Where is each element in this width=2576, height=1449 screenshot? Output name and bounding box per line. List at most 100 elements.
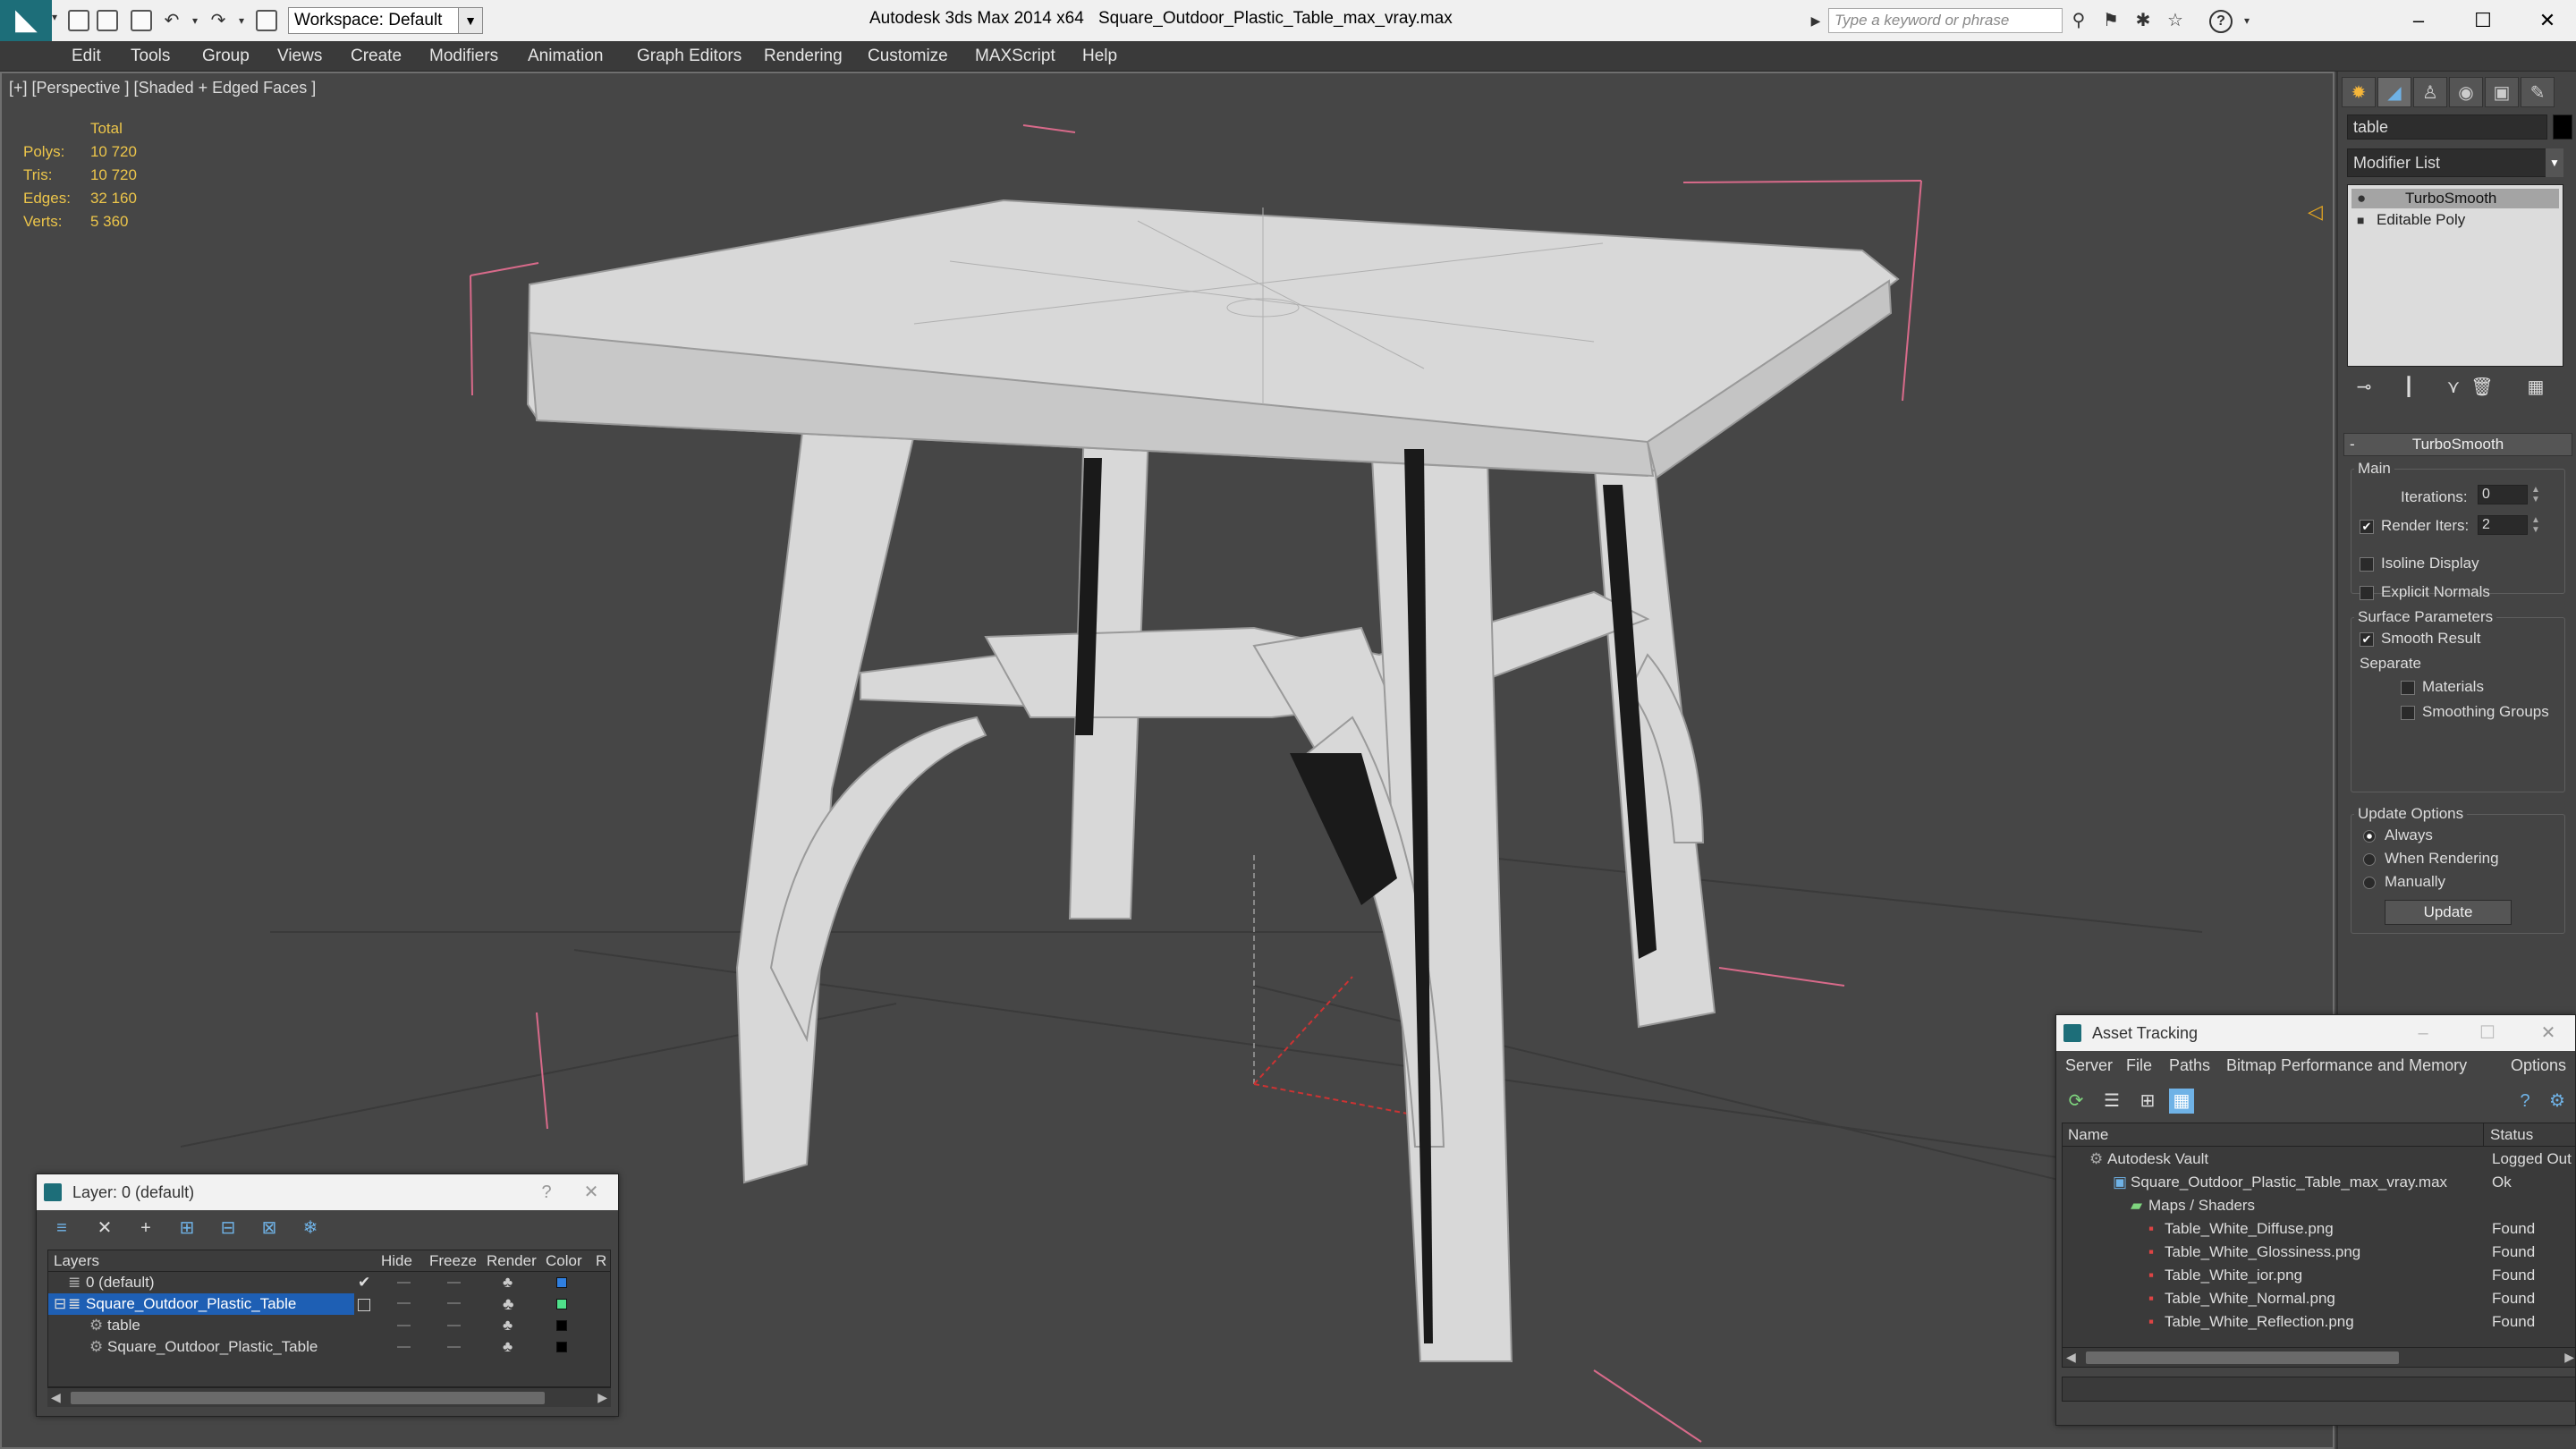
subscription-icon[interactable]: ⚑ — [2100, 10, 2122, 31]
column-layers[interactable]: Layers — [54, 1252, 99, 1270]
materials-row[interactable]: Materials — [2401, 678, 2484, 696]
configure-sets-icon[interactable]: ▦ — [2522, 374, 2549, 401]
spinner-arrows-icon[interactable]: ▲ ▼ — [2531, 485, 2540, 504]
chevron-down-icon[interactable]: ▼ — [2546, 148, 2563, 177]
freeze-toggle[interactable]: — — [447, 1272, 461, 1293]
motion-tab-icon[interactable]: ◉ — [2449, 77, 2483, 107]
freeze-toggle[interactable]: — — [447, 1315, 461, 1336]
layer-color-swatch[interactable] — [556, 1299, 567, 1309]
close-button[interactable]: ✕ — [573, 1174, 609, 1210]
app-menu-arrow-icon[interactable]: ▾ — [52, 11, 61, 29]
asset-row[interactable]: ▪ Table_White_Reflection.png Found — [2063, 1311, 2575, 1333]
communication-center-icon[interactable]: ✱ — [2132, 10, 2154, 31]
pin-stack-icon[interactable]: ⊸ — [2351, 374, 2377, 401]
remove-modifier-icon[interactable]: 🗑 — [2469, 374, 2496, 401]
column-status[interactable]: Status — [2490, 1126, 2533, 1144]
scroll-right-icon[interactable]: ▶ — [597, 1390, 607, 1405]
menu-maxscript[interactable]: MAXScript — [975, 47, 1055, 66]
lightbulb-icon[interactable]: ● — [2357, 189, 2366, 208]
scroll-left-icon[interactable]: ◀ — [51, 1390, 61, 1405]
layer-color-swatch[interactable] — [556, 1277, 567, 1288]
redo-icon[interactable]: ↷ — [208, 10, 229, 31]
always-radio[interactable] — [2363, 829, 2376, 843]
undo-dropdown-icon[interactable]: ▾ — [184, 10, 206, 31]
new-layer-icon[interactable]: ≡ — [49, 1216, 74, 1241]
scroll-left-icon[interactable]: ◀ — [2066, 1350, 2076, 1365]
add-to-layer-icon[interactable]: + — [133, 1216, 158, 1241]
freeze-toggle[interactable]: — — [447, 1336, 461, 1358]
asset-row[interactable]: ▣ Square_Outdoor_Plastic_Table_max_vray.… — [2063, 1172, 2575, 1193]
make-unique-icon[interactable]: ⋎ — [2440, 374, 2467, 401]
asset-row[interactable]: ▪ Table_White_Diffuse.png Found — [2063, 1218, 2575, 1240]
collapse-icon[interactable]: ⊟ — [54, 1293, 66, 1315]
menu-paths[interactable]: Paths — [2169, 1056, 2210, 1075]
layer-horizontal-scrollbar[interactable]: ◀ ▶ — [47, 1387, 611, 1407]
help-icon[interactable]: ? — [2512, 1089, 2538, 1114]
workspace-dropdown-icon[interactable]: ▼ — [458, 7, 483, 34]
close-button[interactable]: ✕ — [2530, 1015, 2566, 1051]
menu-tools[interactable]: Tools — [131, 47, 170, 66]
manually-row[interactable]: Manually — [2363, 873, 2445, 891]
manually-radio[interactable] — [2363, 876, 2376, 889]
app-logo-icon[interactable]: ◣ — [0, 0, 52, 41]
workspace-select[interactable]: Workspace: Default — [288, 7, 483, 34]
hide-all-icon[interactable]: ⊠ — [257, 1216, 282, 1241]
when-rendering-row[interactable]: When Rendering — [2363, 850, 2499, 868]
explicit-normals-checkbox[interactable] — [2360, 585, 2374, 600]
stack-item-editable-poly[interactable]: ■ Editable Poly — [2351, 210, 2559, 230]
favorites-star-icon[interactable]: ☆ — [2165, 10, 2186, 31]
highlight-layers-icon[interactable]: ⊟ — [216, 1216, 241, 1241]
explicit-normals-row[interactable]: Explicit Normals — [2360, 583, 2490, 601]
new-file-icon[interactable] — [68, 10, 89, 31]
help-dropdown-icon[interactable]: ▾ — [2236, 10, 2258, 31]
column-freeze[interactable]: Freeze — [429, 1252, 477, 1270]
scroll-thumb[interactable] — [2086, 1352, 2399, 1364]
layer-row[interactable]: ≣ 0 (default) ✔ — — ♣ — [48, 1272, 610, 1293]
minimize-button[interactable]: – — [2392, 4, 2445, 38]
object-color-swatch[interactable] — [2553, 114, 2572, 140]
layer-window-title-bar[interactable]: Layer: 0 (default) ? ✕ — [37, 1174, 618, 1210]
asset-horizontal-scrollbar[interactable]: ◀ ▶ — [2063, 1347, 2575, 1367]
isoline-display-row[interactable]: Isoline Display — [2360, 555, 2479, 572]
select-objects-icon[interactable]: ⊞ — [174, 1216, 199, 1241]
expand-icon[interactable]: ■ — [2357, 210, 2364, 230]
asset-row[interactable]: ▪ Table_White_Glossiness.png Found — [2063, 1241, 2575, 1263]
object-row[interactable]: ⚙ Square_Outdoor_Plastic_Table — — ♣ — [48, 1336, 610, 1358]
object-color-swatch[interactable] — [556, 1342, 567, 1352]
hide-toggle[interactable]: — — [397, 1272, 411, 1293]
show-end-result-icon[interactable]: ┃ — [2395, 374, 2422, 401]
menu-rendering[interactable]: Rendering — [764, 47, 843, 66]
hierarchy-tab-icon[interactable]: ♙ — [2413, 77, 2447, 107]
smoothing-groups-row[interactable]: Smoothing Groups — [2401, 703, 2549, 721]
smooth-result-row[interactable]: ✔ Smooth Result — [2360, 630, 2481, 648]
scroll-right-icon[interactable]: ▶ — [2564, 1350, 2574, 1365]
stack-item-turbosmooth[interactable]: ● TurboSmooth — [2351, 189, 2559, 208]
render-iters-row[interactable]: ✔ Render Iters: — [2360, 517, 2469, 535]
layer-row-selected[interactable]: ⊟ ≣ Square_Outdoor_Plastic_Table — [48, 1293, 354, 1315]
update-button[interactable]: Update — [2385, 900, 2512, 925]
turbosmooth-rollout-header[interactable]: - TurboSmooth — [2343, 433, 2572, 456]
modify-tab-icon[interactable]: ◢ — [2377, 77, 2411, 107]
smooth-result-checkbox[interactable]: ✔ — [2360, 631, 2374, 647]
iterations-spinner[interactable]: 0 — [2478, 485, 2528, 504]
delete-layer-icon[interactable]: ✕ — [92, 1216, 117, 1241]
menu-modifiers[interactable]: Modifiers — [429, 47, 498, 66]
project-folder-icon[interactable] — [256, 10, 277, 31]
display-tab-icon[interactable]: ▣ — [2485, 77, 2519, 107]
hide-toggle[interactable]: — — [397, 1315, 411, 1336]
asset-row[interactable]: ▰ Maps / Shaders — [2063, 1195, 2575, 1216]
tree-view-icon[interactable]: ⊞ — [2135, 1089, 2160, 1114]
collapse-minus-icon[interactable]: - — [2350, 434, 2355, 455]
freeze-all-icon[interactable]: ❄ — [298, 1216, 323, 1241]
menu-graph-editors[interactable]: Graph Editors — [637, 47, 741, 66]
render-teapot-icon[interactable]: ♣ — [503, 1315, 513, 1336]
undo-icon[interactable]: ↶ — [161, 10, 182, 31]
table-view-icon[interactable]: ▦ — [2169, 1089, 2194, 1114]
when-rendering-radio[interactable] — [2363, 852, 2376, 866]
scroll-thumb[interactable] — [71, 1392, 545, 1404]
menu-animation[interactable]: Animation — [528, 47, 604, 66]
panel-collapse-arrow-icon[interactable]: ◁ — [2308, 200, 2323, 224]
isoline-display-checkbox[interactable] — [2360, 556, 2374, 572]
active-layer-check-icon[interactable]: ✔ — [358, 1272, 370, 1293]
hide-toggle[interactable]: — — [397, 1295, 411, 1310]
